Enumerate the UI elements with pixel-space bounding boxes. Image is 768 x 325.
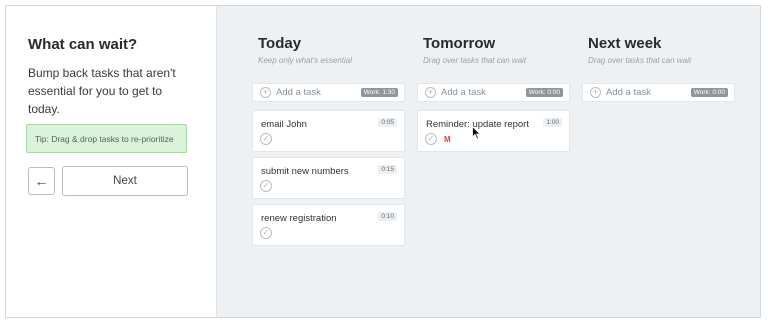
sidebar-title: What can wait? <box>28 36 138 53</box>
work-time-badge: Work: 0:00 <box>525 88 563 97</box>
work-time-badge: Work: 0:00 <box>690 88 728 97</box>
sidebar-panel: What can wait? Bump back tasks that aren… <box>6 6 217 317</box>
task-duration: 0:10 <box>378 212 397 221</box>
task-name: email John <box>261 119 307 130</box>
task-name: submit new numbers <box>261 166 349 177</box>
add-task-label: Add a task <box>276 87 321 98</box>
add-task-row[interactable]: + Add a task Work: 1:30 <box>252 83 405 102</box>
task-card[interactable]: renew registration 0:10 ✓ <box>252 204 405 246</box>
app-window: What can wait? Bump back tasks that aren… <box>5 5 761 318</box>
task-duration: 0:15 <box>378 165 397 174</box>
add-task-row[interactable]: + Add a task Work: 0:00 <box>582 83 735 102</box>
column-title: Today <box>258 35 302 52</box>
check-circle-icon[interactable]: ✓ <box>260 133 272 145</box>
gmail-icon: M <box>444 135 451 144</box>
task-card[interactable]: submit new numbers 0:15 ✓ <box>252 157 405 199</box>
column-subtitle: Drag over tasks that can wait <box>423 56 527 65</box>
plus-icon: + <box>590 87 601 98</box>
column-title: Next week <box>588 35 662 52</box>
task-card[interactable]: email John 0:05 ✓ <box>252 110 405 152</box>
tip-banner: Tip: Drag & drop tasks to re-prioritize <box>26 124 187 153</box>
check-circle-icon[interactable]: ✓ <box>425 133 437 145</box>
add-task-label: Add a task <box>441 87 486 98</box>
column-subtitle: Drag over tasks that can wait <box>588 56 692 65</box>
add-task-row[interactable]: + Add a task Work: 0:00 <box>417 83 570 102</box>
next-button[interactable]: Next <box>62 166 188 196</box>
task-duration: 1:00 <box>543 118 562 127</box>
plus-icon: + <box>260 87 271 98</box>
task-card[interactable]: Reminder: update report 1:00 ✓ M <box>417 110 570 152</box>
arrow-left-icon: ← <box>34 173 49 189</box>
back-button[interactable]: ← <box>28 167 55 195</box>
check-circle-icon[interactable]: ✓ <box>260 227 272 239</box>
plus-icon: + <box>425 87 436 98</box>
mouse-cursor-icon <box>472 126 481 140</box>
sidebar-description: Bump back tasks that aren't essential fo… <box>28 66 176 116</box>
add-task-label: Add a task <box>606 87 651 98</box>
task-name: renew registration <box>261 213 337 224</box>
check-circle-icon[interactable]: ✓ <box>260 180 272 192</box>
column-title: Tomorrow <box>423 35 496 52</box>
work-time-badge: Work: 1:30 <box>360 88 398 97</box>
column-subtitle: Keep only what's essential <box>258 56 353 65</box>
task-duration: 0:05 <box>378 118 397 127</box>
